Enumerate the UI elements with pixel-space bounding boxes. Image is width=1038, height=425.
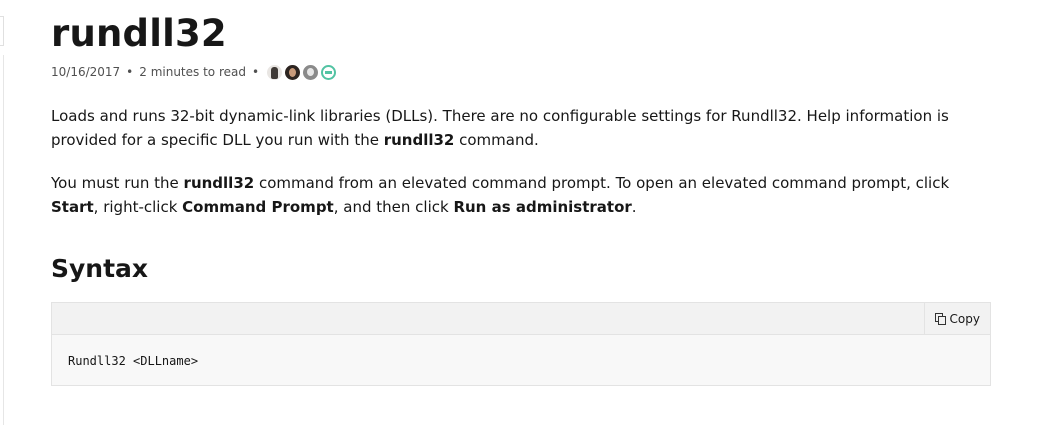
article-date: 10/16/2017 bbox=[51, 65, 121, 79]
read-time: 2 minutes to read bbox=[139, 65, 246, 79]
code-content[interactable]: Rundll32 <DLLname> bbox=[52, 335, 990, 387]
paragraph-text: command from an elevated command prompt.… bbox=[254, 174, 950, 192]
copy-button[interactable]: Copy bbox=[923, 303, 990, 334]
contributor-avatar[interactable] bbox=[267, 64, 283, 80]
rail-divider bbox=[3, 55, 4, 425]
contributors-list bbox=[267, 64, 337, 80]
paragraph-text: , and then click bbox=[333, 198, 454, 216]
copy-label: Copy bbox=[949, 311, 980, 326]
command-name: rundll32 bbox=[383, 131, 455, 149]
copy-icon bbox=[934, 312, 947, 325]
elevation-paragraph: You must run the rundll32 command from a… bbox=[51, 171, 991, 219]
start-ui-term: Start bbox=[51, 198, 94, 216]
article-metadata: 10/16/2017 • 2 minutes to read • bbox=[51, 62, 337, 82]
page-title: rundll32 bbox=[51, 12, 227, 55]
meta-separator: • bbox=[251, 65, 260, 79]
left-rail bbox=[0, 0, 4, 425]
meta-separator: • bbox=[126, 65, 134, 79]
code-block: Copy Rundll32 <DLLname> bbox=[51, 302, 991, 386]
paragraph-text: . bbox=[631, 198, 637, 216]
paragraph-text: You must run the bbox=[51, 174, 184, 192]
contributor-avatar[interactable] bbox=[321, 64, 337, 80]
rail-tab[interactable] bbox=[0, 16, 4, 46]
paragraph-text: , right-click bbox=[93, 198, 183, 216]
paragraph-text: command. bbox=[454, 131, 539, 149]
command-prompt-ui-term: Command Prompt bbox=[182, 198, 334, 216]
contributor-avatar[interactable] bbox=[303, 64, 319, 80]
syntax-heading: Syntax bbox=[51, 254, 149, 283]
docs-page: rundll32 10/16/2017 • 2 minutes to read … bbox=[0, 0, 1038, 425]
code-block-header: Copy bbox=[52, 303, 990, 335]
description-paragraph: Loads and runs 32-bit dynamic-link libra… bbox=[51, 104, 991, 152]
command-name: rundll32 bbox=[183, 174, 255, 192]
contributor-avatar[interactable] bbox=[285, 64, 301, 80]
run-as-admin-ui-term: Run as administrator bbox=[453, 198, 632, 216]
